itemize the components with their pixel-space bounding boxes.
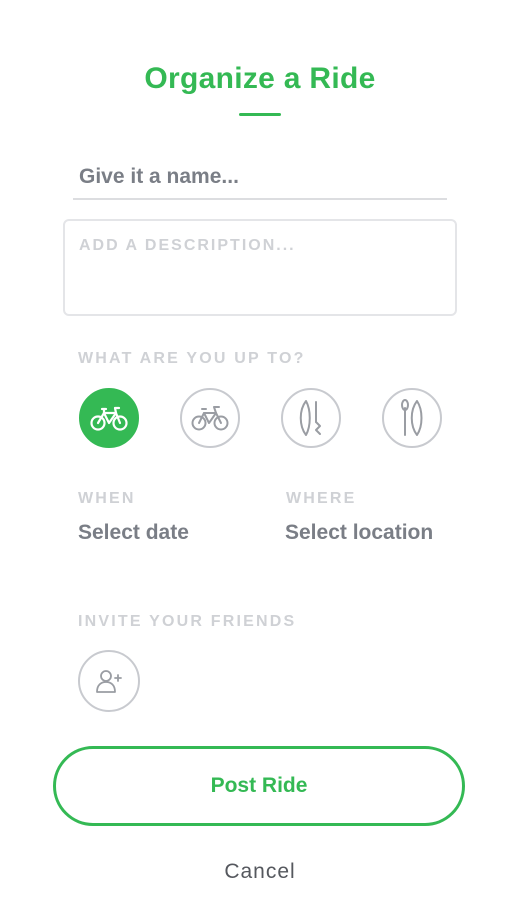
add-person-icon [96, 670, 122, 693]
activity-paddle[interactable] [382, 388, 442, 448]
activity-surf[interactable] [281, 388, 341, 448]
cancel-link[interactable]: Cancel [0, 860, 520, 884]
surfboard-icon [299, 400, 321, 436]
mountain-bike-icon [191, 406, 229, 431]
activity-mountain-bike[interactable] [180, 388, 240, 448]
road-bike-icon [90, 406, 128, 431]
invite-friends-button[interactable] [78, 650, 140, 712]
post-ride-button[interactable]: Post Ride [53, 746, 465, 826]
page-title: Organize a Ride [144, 62, 376, 95]
title-underline [239, 113, 281, 116]
paddleboard-icon [401, 399, 423, 436]
when-label: WHEN [78, 490, 136, 507]
where-value[interactable]: Select location [285, 521, 433, 545]
invite-label: INVITE YOUR FRIENDS [78, 613, 297, 630]
activity-road-bike[interactable] [79, 388, 139, 448]
when-value[interactable]: Select date [78, 521, 189, 545]
description-input[interactable] [63, 219, 457, 316]
ride-name-input[interactable] [73, 156, 447, 200]
activity-label: WHAT ARE YOU UP TO? [78, 350, 306, 367]
where-label: WHERE [286, 490, 357, 507]
